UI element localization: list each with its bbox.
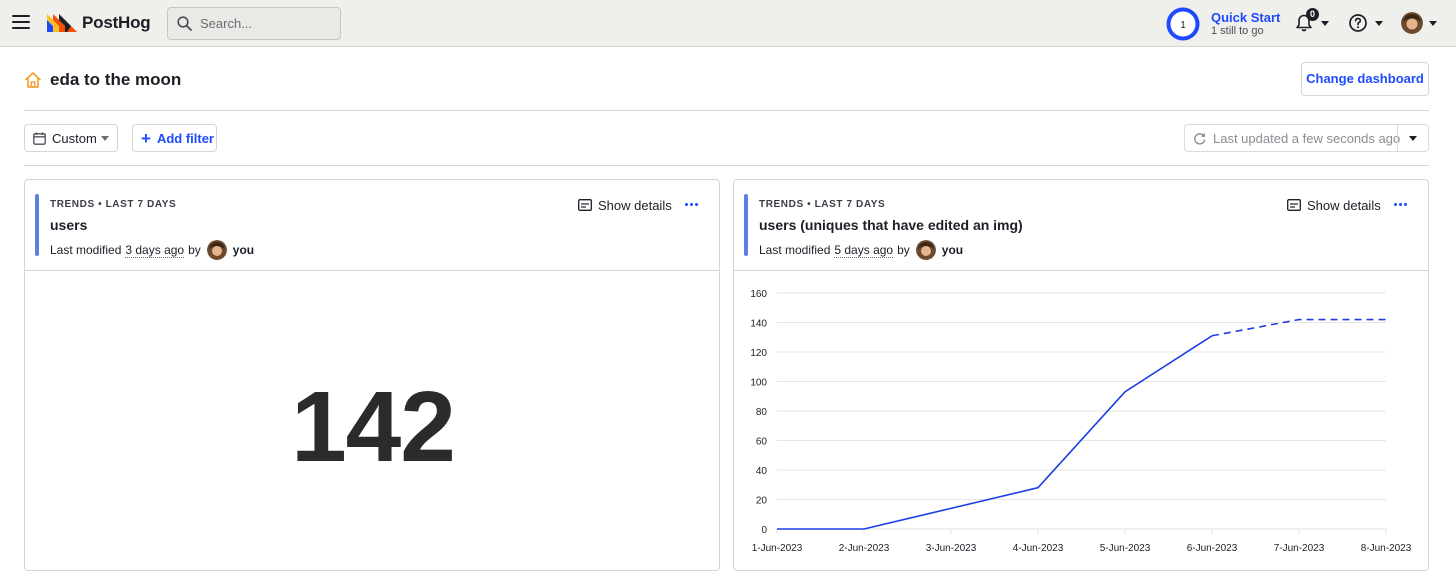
modified-time: 5 days ago — [834, 242, 894, 258]
posthog-logo[interactable]: PostHog — [47, 13, 151, 33]
card-title[interactable]: users (uniques that have edited an img) — [759, 217, 1023, 233]
show-details-label: Show details — [598, 197, 672, 213]
show-details-label: Show details — [1307, 197, 1381, 213]
author-avatar — [915, 240, 936, 260]
notifications-chevron-down-icon[interactable] — [1321, 21, 1329, 26]
y-tick-label: 80 — [756, 407, 768, 418]
search-icon — [177, 16, 192, 31]
card-type-tag: TRENDS • LAST 7 DAYS — [759, 199, 886, 210]
details-icon — [1287, 199, 1301, 211]
card-modified-meta: Last modified 5 days ago by you — [759, 240, 963, 260]
show-details-button[interactable]: Show details — [578, 196, 672, 214]
help-chevron-down-icon[interactable] — [1375, 21, 1383, 26]
y-tick-label: 20 — [756, 496, 768, 507]
date-range-select[interactable]: Custom — [24, 124, 118, 152]
change-dashboard-button[interactable]: Change dashboard — [1301, 62, 1429, 96]
card-header: TRENDS • LAST 7 DAYS users Last modified… — [25, 180, 719, 271]
series-line — [777, 335, 1213, 530]
modified-prefix: Last modified — [759, 243, 831, 257]
add-filter-button[interactable]: + Add filter — [132, 124, 217, 152]
notification-badge: 0 — [1306, 8, 1319, 21]
quickstart-subtitle: 1 still to go — [1211, 25, 1264, 37]
card-header: TRENDS • LAST 7 DAYS users (uniques that… — [734, 180, 1428, 271]
hamburger-menu-icon[interactable] — [12, 15, 30, 29]
author-name: you — [232, 243, 255, 257]
x-tick-label: 8-Jun-2023 — [1361, 543, 1412, 554]
user-avatar[interactable] — [1401, 12, 1423, 34]
brand-name: PostHog — [82, 13, 151, 32]
modified-time: 3 days ago — [125, 242, 185, 258]
line-chart: 0 20 40 60 80 100 120 140 160 1-Jun-2023 2-Jun-202… — [750, 289, 1412, 554]
top-bar: PostHog Search... 1 Quick Start 1 still … — [0, 0, 1456, 47]
refresh-button[interactable]: Last updated a few seconds ago — [1184, 124, 1429, 152]
big-number-value: 142 — [291, 371, 456, 483]
author-avatar — [206, 240, 227, 260]
chevron-down-icon — [101, 136, 109, 141]
modified-prefix: Last modified — [50, 243, 122, 257]
x-tick-label: 6-Jun-2023 — [1187, 543, 1238, 554]
refresh-icon — [1194, 132, 1206, 145]
modified-by: by — [188, 243, 201, 257]
x-tick-label: 3-Jun-2023 — [926, 543, 977, 554]
more-options-icon[interactable] — [1390, 195, 1410, 213]
add-filter-label: Add filter — [156, 130, 214, 146]
header-divider — [24, 110, 1429, 111]
more-options-icon[interactable] — [681, 195, 701, 213]
account-chevron-down-icon[interactable] — [1429, 21, 1437, 26]
insight-card-users-edited-img: TRENDS • LAST 7 DAYS users (uniques that… — [733, 179, 1429, 571]
x-tick-label: 7-Jun-2023 — [1274, 543, 1325, 554]
card-title[interactable]: users — [50, 217, 87, 233]
quickstart-progress-icon[interactable]: 1 — [1166, 7, 1200, 41]
search-input[interactable]: Search... — [167, 7, 341, 40]
last-updated-text: Last updated a few seconds ago — [1213, 130, 1401, 146]
page-title[interactable]: eda to the moon — [50, 70, 181, 90]
plus-icon: + — [141, 128, 151, 148]
series-line-incomplete — [1211, 318, 1386, 337]
quickstart-title[interactable]: Quick Start — [1211, 10, 1280, 25]
details-icon — [578, 199, 592, 211]
help-icon[interactable] — [1348, 13, 1368, 33]
insight-card-users: TRENDS • LAST 7 DAYS users Last modified… — [24, 179, 720, 571]
y-tick-label: 0 — [761, 525, 767, 536]
y-tick-label: 140 — [750, 319, 767, 330]
card-accent-bar — [35, 194, 39, 256]
y-tick-label: 40 — [756, 466, 768, 477]
posthog-logo-icon — [47, 14, 77, 32]
search-placeholder: Search... — [200, 16, 253, 31]
card-modified-meta: Last modified 3 days ago by you — [50, 240, 254, 260]
refresh-separator — [1397, 125, 1398, 151]
x-tick-label: 4-Jun-2023 — [1013, 543, 1064, 554]
y-tick-label: 160 — [750, 289, 767, 300]
x-tick-label: 5-Jun-2023 — [1100, 543, 1151, 554]
filter-divider — [24, 165, 1429, 166]
card-accent-bar — [744, 194, 748, 256]
refresh-options-chevron-down-icon[interactable] — [1409, 136, 1417, 141]
y-tick-label: 120 — [750, 348, 767, 359]
author-name: you — [941, 243, 964, 257]
show-details-button[interactable]: Show details — [1287, 196, 1381, 214]
x-tick-label: 2-Jun-2023 — [839, 543, 890, 554]
calendar-icon — [33, 132, 46, 145]
quickstart-step: 1 — [1180, 20, 1186, 31]
y-tick-label: 60 — [756, 437, 768, 448]
date-range-label: Custom — [52, 130, 97, 146]
y-tick-label: 100 — [750, 378, 767, 389]
x-tick-label: 1-Jun-2023 — [752, 543, 803, 554]
home-icon — [25, 72, 41, 88]
modified-by: by — [897, 243, 910, 257]
card-type-tag: TRENDS • LAST 7 DAYS — [50, 199, 177, 210]
